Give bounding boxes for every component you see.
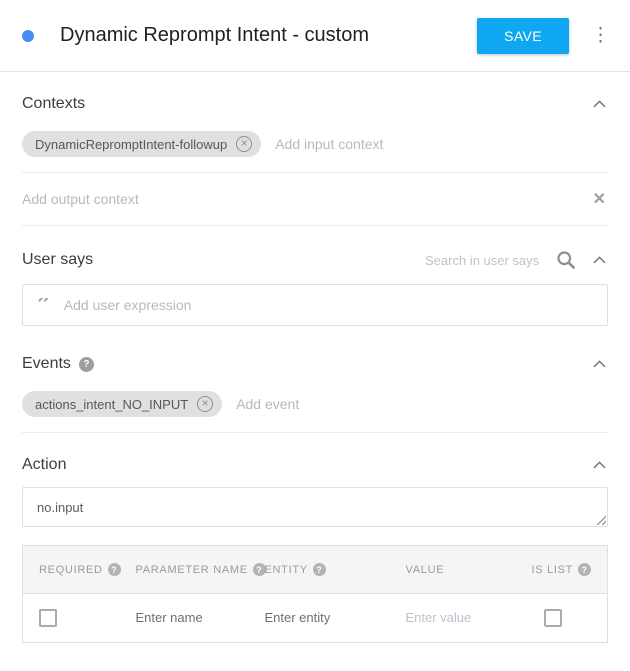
action-section-header: Action	[22, 433, 608, 485]
search-icon[interactable]	[555, 249, 577, 271]
input-context-row: DynamicRepromptIntent-followup ×	[22, 124, 608, 173]
user-says-title: User says	[22, 251, 93, 269]
events-section: Events ? actions_intent_NO_INPUT ×	[22, 332, 608, 433]
contexts-title: Contexts	[22, 95, 85, 113]
is-list-help-icon[interactable]: ?	[578, 563, 591, 576]
is-list-checkbox[interactable]	[544, 609, 562, 627]
add-output-context-field[interactable]	[22, 191, 591, 207]
add-user-expression-input[interactable]	[64, 297, 593, 313]
parameter-row	[23, 594, 608, 643]
remove-input-context-icon[interactable]: ×	[236, 136, 252, 152]
is-list-column-header: IS LIST	[532, 564, 574, 576]
user-says-search	[425, 249, 608, 271]
save-button[interactable]: SAVE	[477, 18, 569, 54]
contexts-section: Contexts DynamicRepromptIntent-followup …	[22, 72, 608, 226]
event-chip-label: actions_intent_NO_INPUT	[35, 397, 188, 412]
output-context-row: ✕	[22, 173, 608, 226]
events-title: Events	[22, 355, 71, 373]
required-help-icon[interactable]: ?	[108, 563, 121, 576]
event-chip: actions_intent_NO_INPUT ×	[22, 391, 222, 417]
search-user-says-input[interactable]	[425, 253, 551, 268]
entity-help-icon[interactable]: ?	[313, 563, 326, 576]
action-section: Action no.input REQUIRED ?	[22, 433, 608, 643]
intent-form: Contexts DynamicRepromptIntent-followup …	[0, 72, 630, 643]
add-event-field[interactable]	[236, 396, 608, 412]
remove-event-icon[interactable]: ×	[197, 396, 213, 412]
page-title: Dynamic Reprompt Intent - custom	[60, 24, 477, 47]
events-title-wrap: Events ?	[22, 355, 94, 373]
value-column-header: VALUE	[406, 564, 445, 576]
event-chip-row: actions_intent_NO_INPUT ×	[22, 384, 608, 433]
events-section-header: Events ?	[22, 332, 608, 384]
input-context-chip-label: DynamicRepromptIntent-followup	[35, 137, 227, 152]
contexts-section-header: Contexts	[22, 72, 608, 124]
value-input[interactable]	[406, 610, 511, 625]
add-input-context-field[interactable]	[275, 136, 608, 152]
events-help-icon[interactable]: ?	[79, 357, 94, 372]
user-expression-box: ”	[22, 284, 608, 326]
events-collapse-chevron-up-icon[interactable]	[591, 357, 608, 371]
parameter-name-column-header: PARAMETER NAME	[136, 564, 248, 576]
intent-header: Dynamic Reprompt Intent - custom SAVE ⋮	[0, 0, 630, 72]
action-collapse-chevron-up-icon[interactable]	[591, 458, 608, 472]
quote-icon: ”	[37, 298, 51, 312]
action-name-input[interactable]: no.input	[37, 500, 593, 516]
action-input-wrap: no.input	[22, 487, 608, 527]
clear-contexts-icon[interactable]: ✕	[591, 189, 608, 209]
contexts-collapse-chevron-up-icon[interactable]	[591, 97, 608, 111]
parameters-header-row: REQUIRED ? PARAMETER NAME ? ENTITY	[23, 546, 608, 594]
input-context-chip: DynamicRepromptIntent-followup ×	[22, 131, 261, 157]
parameters-table: REQUIRED ? PARAMETER NAME ? ENTITY	[22, 545, 608, 643]
user-says-section-header: User says	[22, 226, 608, 282]
required-checkbox[interactable]	[39, 609, 57, 627]
required-column-header: REQUIRED	[39, 564, 103, 576]
entity-input[interactable]	[265, 610, 384, 625]
entity-column-header: ENTITY	[265, 564, 308, 576]
more-options-icon[interactable]: ⋮	[585, 22, 616, 49]
action-title: Action	[22, 456, 66, 474]
user-says-collapse-chevron-up-icon[interactable]	[591, 253, 608, 267]
parameter-name-input[interactable]	[136, 610, 243, 625]
intent-status-dot	[22, 30, 34, 42]
user-says-section: User says ”	[22, 226, 608, 326]
resize-handle-icon[interactable]	[595, 514, 606, 525]
